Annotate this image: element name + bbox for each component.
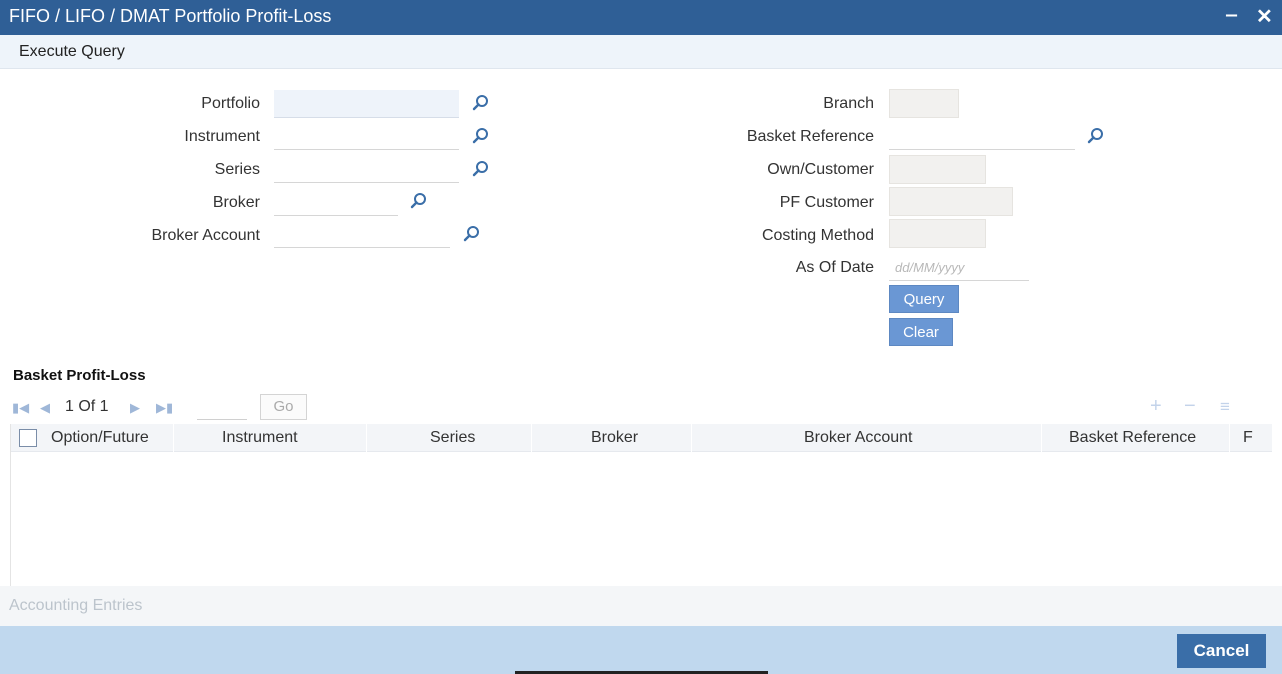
col-basket-reference[interactable]: Basket Reference bbox=[1069, 429, 1196, 447]
instrument-input[interactable] bbox=[274, 122, 459, 150]
basket-section-title: Basket Profit-Loss bbox=[13, 367, 146, 384]
basket-grid: Option/Future Instrument Series Broker B… bbox=[10, 424, 1272, 586]
col-divider bbox=[1229, 424, 1230, 452]
col-broker-account[interactable]: Broker Account bbox=[804, 429, 913, 447]
close-icon[interactable]: ✕ bbox=[1256, 4, 1273, 29]
cancel-button[interactable]: Cancel bbox=[1177, 634, 1266, 668]
window-titlebar: FIFO / LIFO / DMAT Portfolio Profit-Loss… bbox=[0, 0, 1282, 35]
as-of-date-input[interactable] bbox=[889, 253, 1029, 281]
broker-input[interactable] bbox=[274, 188, 398, 216]
broker-account-input[interactable] bbox=[274, 220, 450, 248]
grid-pager: ▮◀ ◀ 1 Of 1 ▶ ▶▮ Go + − ≡ bbox=[10, 394, 1250, 420]
portfolio-input[interactable] bbox=[274, 90, 459, 118]
footer-bar: Cancel bbox=[0, 626, 1282, 674]
costing-method-label: Costing Method bbox=[761, 227, 874, 244]
last-page-icon[interactable]: ▶▮ bbox=[156, 400, 173, 416]
accounting-entries-bar: Accounting Entries bbox=[0, 586, 1282, 626]
col-instrument[interactable]: Instrument bbox=[222, 429, 298, 447]
col-divider bbox=[1041, 424, 1042, 452]
add-row-icon[interactable]: + bbox=[1150, 395, 1162, 418]
query-button[interactable]: Query bbox=[889, 285, 959, 313]
basket-reference-input[interactable] bbox=[889, 122, 1075, 150]
as-of-date-label: As Of Date bbox=[795, 259, 874, 276]
basket-reference-search-icon[interactable] bbox=[1087, 127, 1105, 145]
col-option-future[interactable]: Option/Future bbox=[51, 429, 149, 447]
branch-input[interactable] bbox=[889, 89, 959, 118]
broker-account-label: Broker Account bbox=[151, 227, 261, 244]
own-customer-input[interactable] bbox=[889, 155, 986, 184]
broker-account-search-icon[interactable] bbox=[463, 225, 481, 243]
page-indicator: 1 Of 1 bbox=[65, 398, 109, 415]
series-input[interactable] bbox=[274, 155, 459, 183]
col-divider bbox=[691, 424, 692, 452]
branch-label: Branch bbox=[823, 95, 874, 112]
portfolio-search-icon[interactable] bbox=[472, 94, 490, 112]
clear-button[interactable]: Clear bbox=[889, 318, 953, 346]
grid-header: Option/Future Instrument Series Broker B… bbox=[11, 424, 1272, 452]
broker-search-icon[interactable] bbox=[410, 192, 428, 210]
next-page-icon[interactable]: ▶ bbox=[130, 400, 140, 416]
series-label: Series bbox=[214, 161, 260, 178]
portfolio-label: Portfolio bbox=[201, 95, 260, 112]
col-truncated[interactable]: F bbox=[1243, 429, 1253, 447]
instrument-search-icon[interactable] bbox=[472, 127, 490, 145]
execute-query-button[interactable]: Execute Query bbox=[19, 43, 125, 61]
col-divider bbox=[366, 424, 367, 452]
toolbar: Execute Query bbox=[0, 35, 1282, 69]
select-all-checkbox[interactable] bbox=[19, 429, 37, 447]
minimize-icon[interactable]: ‒ bbox=[1226, 4, 1237, 27]
page-number-input[interactable] bbox=[197, 394, 247, 420]
window-title: FIFO / LIFO / DMAT Portfolio Profit-Loss bbox=[9, 6, 332, 26]
delete-row-icon[interactable]: − bbox=[1184, 395, 1196, 418]
instrument-label: Instrument bbox=[184, 128, 260, 145]
accounting-entries-link[interactable]: Accounting Entries bbox=[9, 597, 142, 615]
broker-label: Broker bbox=[212, 194, 260, 211]
previous-page-icon[interactable]: ◀ bbox=[40, 400, 50, 416]
col-divider bbox=[173, 424, 174, 452]
col-broker[interactable]: Broker bbox=[591, 429, 638, 447]
list-view-icon[interactable]: ≡ bbox=[1220, 397, 1230, 417]
go-button[interactable]: Go bbox=[260, 394, 307, 420]
own-customer-label: Own/Customer bbox=[767, 161, 874, 178]
pf-customer-input[interactable] bbox=[889, 187, 1013, 216]
costing-method-input[interactable] bbox=[889, 219, 986, 248]
pf-customer-label: PF Customer bbox=[779, 194, 874, 211]
first-page-icon[interactable]: ▮◀ bbox=[12, 400, 29, 416]
series-search-icon[interactable] bbox=[472, 160, 490, 178]
col-series[interactable]: Series bbox=[430, 429, 475, 447]
col-divider bbox=[531, 424, 532, 452]
basket-reference-label: Basket Reference bbox=[746, 128, 874, 145]
